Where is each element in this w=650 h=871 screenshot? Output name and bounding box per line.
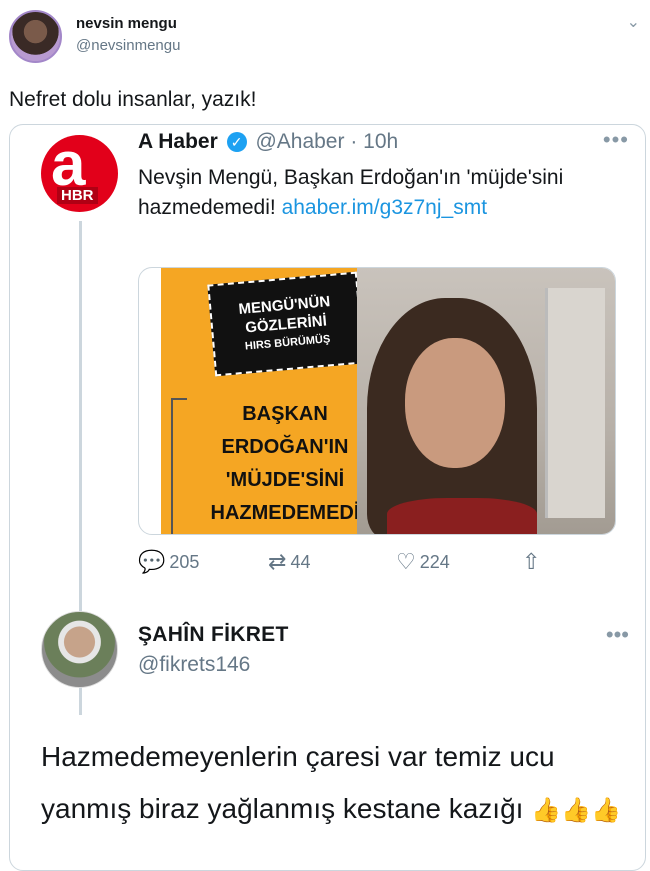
poster-headline: BAŞKAN ERDOĞAN'IN 'MÜJDE'SİNİ HAZMEDEMED… [210, 403, 360, 524]
reply-icon: 💬 [138, 549, 166, 574]
tweet-text: Nefret dolu insanlar, yazık! [9, 88, 257, 111]
author-avatar[interactable] [9, 10, 62, 63]
share-button[interactable]: ⇧ [522, 549, 540, 575]
quoted-name[interactable]: A Haber [138, 130, 218, 153]
quoted-link[interactable]: ahaber.im/g3z7nj_smt [282, 196, 487, 219]
quoted-time[interactable]: · 10h [350, 130, 398, 153]
tweet-header: nevsin mengu @nevsinmengu ⌄ [0, 0, 650, 72]
retweet-count: 44 [290, 551, 311, 572]
reply-more-options-icon[interactable]: ••• [606, 622, 629, 648]
retweet-icon: ⇄ [268, 549, 287, 574]
poster-panel: MENGÜ'NÜN GÖZLERİNİ HIRS BÜRÜMÜŞ BAŞKAN … [161, 268, 365, 534]
reply-author-name[interactable]: ŞAHÎN FİKRET [138, 623, 289, 647]
author-name[interactable]: nevsin mengu [76, 15, 177, 32]
like-button[interactable]: ♡ 224 [396, 549, 450, 575]
photo-shirt [387, 498, 537, 534]
quoted-header: A Haber ✓ @Ahaber · 10h [138, 130, 398, 154]
quoted-media-image[interactable]: MENGÜ'NÜN GÖZLERİNİ HIRS BÜRÜMÜŞ BAŞKAN … [138, 267, 616, 535]
reply-body: Hazmedemeyenlerin çaresi var temiz ucu y… [41, 741, 555, 824]
share-icon: ⇧ [522, 549, 541, 574]
a-haber-logo[interactable]: a HBR [41, 135, 118, 212]
tweet-actions: 💬 205 ⇄ 44 ♡ 224 ⇧ [138, 549, 618, 579]
chevron-down-icon[interactable]: ⌄ [627, 12, 640, 32]
heart-icon: ♡ [396, 549, 416, 574]
poster-label-box: MENGÜ'NÜN GÖZLERİNİ HIRS BÜRÜMÜŞ [207, 271, 365, 377]
quoted-handle[interactable]: @Ahaber [255, 130, 344, 153]
photo-face [405, 338, 505, 468]
logo-badge: HBR [57, 187, 98, 204]
reply-button[interactable]: 💬 205 [138, 549, 199, 575]
reply-count: 205 [169, 551, 200, 572]
reply-text: Hazmedemeyenlerin çaresi var temiz ucu y… [41, 731, 631, 837]
background-shelf [545, 288, 605, 518]
quoted-body: Nevşin Mengü, Başkan Erdoğan'ın 'müjde's… [138, 163, 578, 223]
person-photo [357, 268, 615, 534]
like-count: 224 [419, 551, 450, 572]
reply-avatar[interactable] [41, 611, 118, 688]
verified-badge-icon: ✓ [226, 132, 247, 152]
author-handle[interactable]: @nevsinmengu [76, 37, 180, 54]
reply-author-handle[interactable]: @fikrets146 [138, 653, 250, 677]
retweet-button[interactable]: ⇄ 44 [268, 549, 310, 575]
poster-bracket [171, 398, 187, 534]
thumbs-up-icons: 👍👍👍 [531, 797, 621, 824]
quoted-thread-screenshot[interactable]: a HBR A Haber ✓ @Ahaber · 10h ••• Nevşin… [9, 124, 646, 871]
more-options-icon[interactable]: ••• [603, 127, 629, 153]
